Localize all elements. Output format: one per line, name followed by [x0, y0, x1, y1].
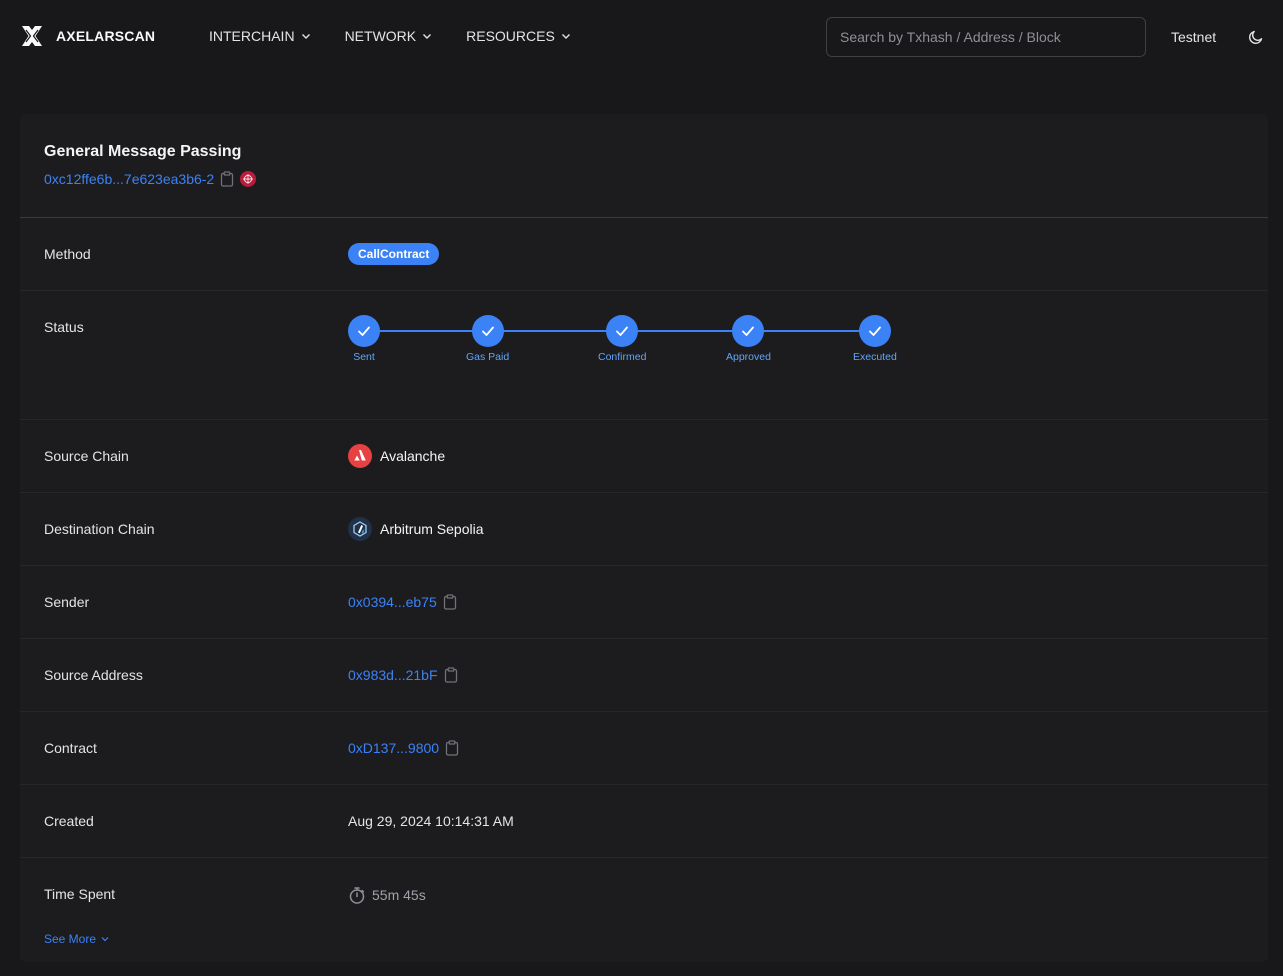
page-title: General Message Passing [44, 143, 242, 160]
source-address-link[interactable]: 0x983d...21bF [348, 667, 438, 683]
row-created: Created Aug 29, 2024 10:14:31 AM [20, 785, 1268, 858]
brand-name: AXELARSCAN [56, 28, 156, 44]
row-method: Method CallContract [20, 218, 1268, 291]
search-input[interactable] [826, 17, 1146, 57]
check-icon [481, 326, 494, 336]
step-label: Sent [353, 351, 375, 363]
check-icon [868, 326, 881, 336]
step-label: Executed [853, 351, 897, 363]
step-circle [606, 315, 639, 347]
row-source-chain: Source Chain Avalanche [20, 420, 1268, 493]
step-label: Gas Paid [466, 351, 510, 363]
chevron-down-icon [561, 34, 570, 39]
step-circle [858, 315, 891, 347]
check-icon [616, 326, 629, 336]
step-approved: Approved [726, 315, 771, 363]
row-source-address: Source Address 0x983d...21bF [20, 639, 1268, 712]
created-timestamp: Aug 29, 2024 10:14:31 AM [348, 813, 514, 829]
tx-hash-link[interactable]: 0xc12ffe6b...7e623ea3b6-2 [44, 171, 214, 187]
source-address-value: 0x983d...21bF [348, 667, 458, 683]
destination-chain-value: Arbitrum Sepolia [348, 517, 484, 541]
copy-icon[interactable] [444, 667, 458, 683]
method-value: CallContract [348, 243, 440, 265]
sender-value: 0x0394...eb75 [348, 594, 457, 610]
top-navbar: AXELARSCAN INTERCHAIN NETWORK RESOURCES … [0, 0, 1283, 74]
chevron-down-icon [423, 34, 432, 39]
source-chain-name[interactable]: Avalanche [380, 448, 445, 464]
destination-chain-label: Destination Chain [44, 521, 155, 537]
step-sent: Sent [348, 315, 380, 363]
step-confirmed: Confirmed [598, 315, 646, 363]
check-icon [742, 326, 755, 336]
arbitrum-icon [348, 517, 372, 541]
step-circle [471, 315, 504, 347]
tx-hash-line: 0xc12ffe6b...7e623ea3b6-2 [44, 171, 1268, 187]
nav-interchain[interactable]: INTERCHAIN [209, 28, 311, 44]
copy-icon[interactable] [443, 594, 457, 610]
contract-address-link[interactable]: 0xD137...9800 [348, 740, 439, 756]
time-spent-duration: 55m 45s [372, 887, 426, 903]
time-spent-label: Time Spent [44, 886, 116, 902]
brand-logo[interactable]: AXELARSCAN [20, 24, 155, 48]
destination-chain-name[interactable]: Arbitrum Sepolia [380, 521, 484, 537]
status-stepper: Sent Gas Paid Confirmed Approved Execute… [348, 315, 928, 365]
step-label: Approved [726, 351, 771, 363]
status-label: Status [44, 319, 84, 335]
row-status: Status Sent Gas Paid Confirmed Approved … [20, 291, 1268, 420]
explorer-icon[interactable] [240, 171, 257, 187]
nav-interchain-label: INTERCHAIN [209, 28, 295, 44]
created-label: Created [44, 813, 94, 829]
method-badge: CallContract [348, 243, 440, 265]
axelar-logo-icon [22, 26, 42, 46]
check-icon [358, 326, 370, 336]
source-chain-value: Avalanche [348, 444, 445, 468]
created-value: Aug 29, 2024 10:14:31 AM [348, 813, 514, 829]
main-nav: INTERCHAIN NETWORK RESOURCES [209, 28, 605, 44]
step-gas-paid: Gas Paid [466, 315, 509, 363]
time-spent-value: 55m 45s [348, 886, 426, 904]
source-address-label: Source Address [44, 667, 143, 683]
gmp-detail-card: General Message Passing 0xc12ffe6b...7e6… [20, 114, 1268, 962]
contract-value: 0xD137...9800 [348, 740, 459, 756]
copy-icon[interactable] [445, 740, 459, 756]
chevron-down-icon [101, 937, 109, 942]
see-more-button[interactable]: See More [44, 932, 109, 946]
see-more-label: See More [44, 932, 97, 946]
source-chain-label: Source Chain [44, 448, 129, 464]
copy-icon[interactable] [220, 171, 234, 187]
nav-resources[interactable]: RESOURCES [466, 28, 571, 44]
step-executed: Executed [853, 315, 897, 363]
step-label: Confirmed [598, 351, 647, 363]
card-header: General Message Passing 0xc12ffe6b...7e6… [20, 114, 1268, 218]
row-destination-chain: Destination Chain Arbitrum Sepolia [20, 493, 1268, 566]
avalanche-icon [348, 444, 372, 468]
step-circle [348, 315, 380, 347]
step-circle [732, 315, 765, 347]
contract-label: Contract [44, 740, 97, 756]
row-contract: Contract 0xD137...9800 [20, 712, 1268, 785]
nav-network[interactable]: NETWORK [345, 28, 433, 44]
sender-label: Sender [44, 594, 90, 610]
chevron-down-icon [301, 34, 310, 39]
method-label: Method [44, 246, 91, 262]
nav-network-label: NETWORK [344, 28, 417, 44]
network-selector[interactable]: Testnet [1171, 29, 1216, 45]
stopwatch-icon [349, 887, 365, 904]
moon-icon[interactable] [1248, 29, 1264, 45]
sender-address-link[interactable]: 0x0394...eb75 [348, 594, 437, 610]
row-sender: Sender 0x0394...eb75 [20, 566, 1268, 639]
row-time-spent: Time Spent 55m 45s [20, 858, 1268, 918]
nav-resources-label: RESOURCES [466, 28, 555, 44]
